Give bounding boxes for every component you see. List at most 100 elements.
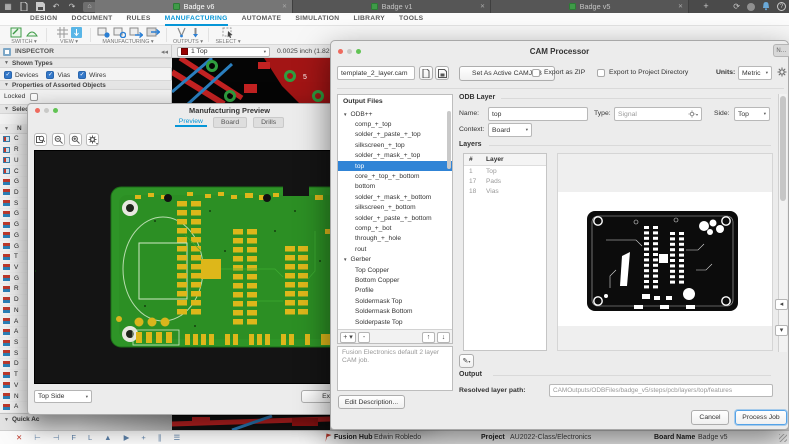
side-panel-tab[interactable]: N…: [773, 44, 789, 57]
distribute-horizontal-icon[interactable]: ∥: [158, 433, 162, 442]
type-gear-icon[interactable]: ▾: [688, 110, 698, 118]
edit-layers-button[interactable]: ✎▾: [459, 354, 474, 368]
ribbon-tab-document[interactable]: DOCUMENT: [71, 13, 112, 26]
align-left-icon[interactable]: ⊢: [34, 433, 41, 442]
ribbon-tab-automate[interactable]: AUTOMATE: [242, 13, 282, 26]
toolbar-group-manufacturing[interactable]: MANUFACTURING ▾: [94, 27, 162, 45]
output-file-item[interactable]: solder_+_mask_+_bottom: [338, 192, 452, 202]
inspector-panel-header[interactable]: INSPECTOR ◂◂: [0, 45, 172, 58]
distribute-vertical-icon[interactable]: ☰: [174, 433, 181, 442]
app-menu-icon[interactable]: ▦: [3, 2, 13, 12]
output-file-item[interactable]: Bottom Copper: [338, 275, 452, 285]
output-file-item[interactable]: Soldermask Top: [338, 296, 452, 306]
collapse-panel-icon[interactable]: ◂◂: [161, 48, 168, 56]
preview-tab-board[interactable]: Board: [213, 117, 247, 128]
toolbar-group-select[interactable]: SELECT ▾: [212, 27, 244, 45]
export-project-dir-checkbox[interactable]: [597, 69, 605, 77]
output-file-item[interactable]: ▼ODB++: [338, 109, 452, 119]
layer-name-input[interactable]: top: [488, 107, 588, 121]
side-select-dropdown[interactable]: Top▾: [734, 107, 770, 121]
output-drill-icon[interactable]: [190, 27, 201, 38]
preview-tab-drills[interactable]: Drills: [253, 117, 284, 128]
minimize-window-icon[interactable]: [44, 108, 49, 113]
pane-options-button[interactable]: ▾: [775, 325, 788, 336]
align-right-icon[interactable]: ⊣: [53, 433, 60, 442]
output-file-item[interactable]: rout: [338, 244, 452, 254]
ribbon-tab-rules[interactable]: RULES: [127, 13, 151, 26]
set-active-camjob-button[interactable]: Set As Active CAMJOB: [459, 66, 555, 81]
document-tab[interactable]: Badge v5✕: [491, 0, 689, 13]
layer-row[interactable]: 17Pads: [464, 176, 546, 186]
zoom-window-icon[interactable]: [356, 49, 361, 54]
output-file-item[interactable]: Solderpaste Top: [338, 317, 452, 327]
zoom-window-icon[interactable]: [53, 108, 58, 113]
project-value[interactable]: AU2022-Class/Electronics: [510, 434, 591, 441]
output-file-item[interactable]: comp_+_top: [338, 119, 452, 129]
output-file-item[interactable]: comp_+_bot: [338, 223, 452, 233]
cam-settings-gear-icon[interactable]: [777, 67, 787, 77]
locked-checkbox[interactable]: [30, 93, 38, 101]
mfg-prepare-icon[interactable]: [97, 27, 110, 38]
output-file-item[interactable]: Profile: [338, 286, 452, 296]
align-bottom-icon[interactable]: ▶: [124, 433, 130, 442]
output-file-item[interactable]: silkscreen_+_bottom: [338, 203, 452, 213]
switch-document-icon[interactable]: [10, 27, 22, 38]
scrollbar-thumb[interactable]: [780, 96, 786, 201]
resolved-path-input[interactable]: CAMOutputs/ODBFiles/badge_v5/steps/pcb/l…: [549, 384, 773, 397]
ribbon-tab-tools[interactable]: TOOLS: [399, 13, 423, 26]
export-zip-checkbox[interactable]: [532, 69, 540, 77]
camjob-filename-input[interactable]: template_2_layer.cam: [337, 66, 415, 80]
zoom-to-fit-button[interactable]: [34, 133, 47, 146]
help-icon[interactable]: ?: [777, 2, 786, 11]
move-up-button[interactable]: ↑: [422, 332, 435, 343]
layer-view-icon[interactable]: [71, 27, 82, 38]
close-tab-icon[interactable]: ✕: [282, 3, 287, 10]
tree-scrollbar[interactable]: [447, 111, 451, 169]
toolbar-group-outputs[interactable]: OUTPUTS ▾: [170, 27, 206, 45]
minimize-window-icon[interactable]: [347, 49, 352, 54]
tree-caret-icon[interactable]: ▼: [343, 257, 347, 262]
layer-row[interactable]: 1Top: [464, 166, 546, 176]
sync-icon[interactable]: ⟳: [733, 2, 740, 11]
align-top-icon[interactable]: ▲: [104, 433, 111, 442]
layer-row[interactable]: 18Vias: [464, 186, 546, 196]
properties-header[interactable]: ▼ Properties of Assorted Objects: [0, 80, 172, 90]
notification-flag-icon[interactable]: [325, 433, 332, 442]
units-select[interactable]: Metric▾: [738, 66, 772, 80]
save-icon[interactable]: [35, 2, 45, 12]
toolbar-group-switch[interactable]: SWITCH ▾: [4, 27, 44, 45]
preview-tab-preview[interactable]: Preview: [175, 117, 207, 127]
undo-icon[interactable]: ↶: [51, 2, 61, 12]
output-file-item[interactable]: solder_+_paste_+_bottom: [338, 213, 452, 223]
save-camjob-button[interactable]: [435, 66, 449, 80]
shown-types-header[interactable]: ▼ Shown Types: [0, 58, 172, 68]
ribbon-tab-library[interactable]: LIBRARY: [353, 13, 385, 26]
move-down-button[interactable]: ↓: [437, 332, 450, 343]
checkbox-vias[interactable]: ✓: [46, 71, 54, 79]
select-icon[interactable]: [222, 27, 234, 38]
cancel-button[interactable]: Cancel: [691, 410, 729, 425]
toolbar-group-view[interactable]: VIEW ▾: [50, 27, 88, 45]
output-file-item[interactable]: top: [338, 161, 452, 171]
checkbox-wires[interactable]: ✓: [78, 71, 86, 79]
dialog-scrollbar[interactable]: [778, 94, 787, 352]
mfg-settings-icon[interactable]: [113, 27, 126, 38]
output-file-item[interactable]: core_+_top_+_bottom: [338, 171, 452, 181]
hub-value[interactable]: Edwin Robledo: [374, 434, 421, 441]
close-window-icon[interactable]: [338, 49, 343, 54]
ribbon-tab-design[interactable]: DESIGN: [30, 13, 57, 26]
file-menu-icon[interactable]: [19, 2, 29, 12]
board-name-value[interactable]: Badge v5: [698, 434, 728, 441]
grid-view-icon[interactable]: [57, 27, 68, 38]
new-tab-button[interactable]: +: [700, 1, 712, 12]
align-horizontal-icon[interactable]: F: [71, 433, 76, 442]
tree-caret-icon[interactable]: ▼: [343, 112, 347, 117]
ribbon-tab-simulation[interactable]: SIMULATION: [295, 13, 339, 26]
close-icon[interactable]: ✕: [16, 433, 22, 442]
camjob-description[interactable]: Fusion Electronics default 2 layer CAM j…: [337, 346, 453, 391]
new-camjob-button[interactable]: [419, 66, 433, 80]
edit-description-button[interactable]: Edit Description...: [338, 395, 405, 409]
redo-icon[interactable]: ↷: [67, 2, 77, 12]
output-file-item[interactable]: Top Copper: [338, 265, 452, 275]
mfg-export-icon[interactable]: [129, 27, 143, 38]
